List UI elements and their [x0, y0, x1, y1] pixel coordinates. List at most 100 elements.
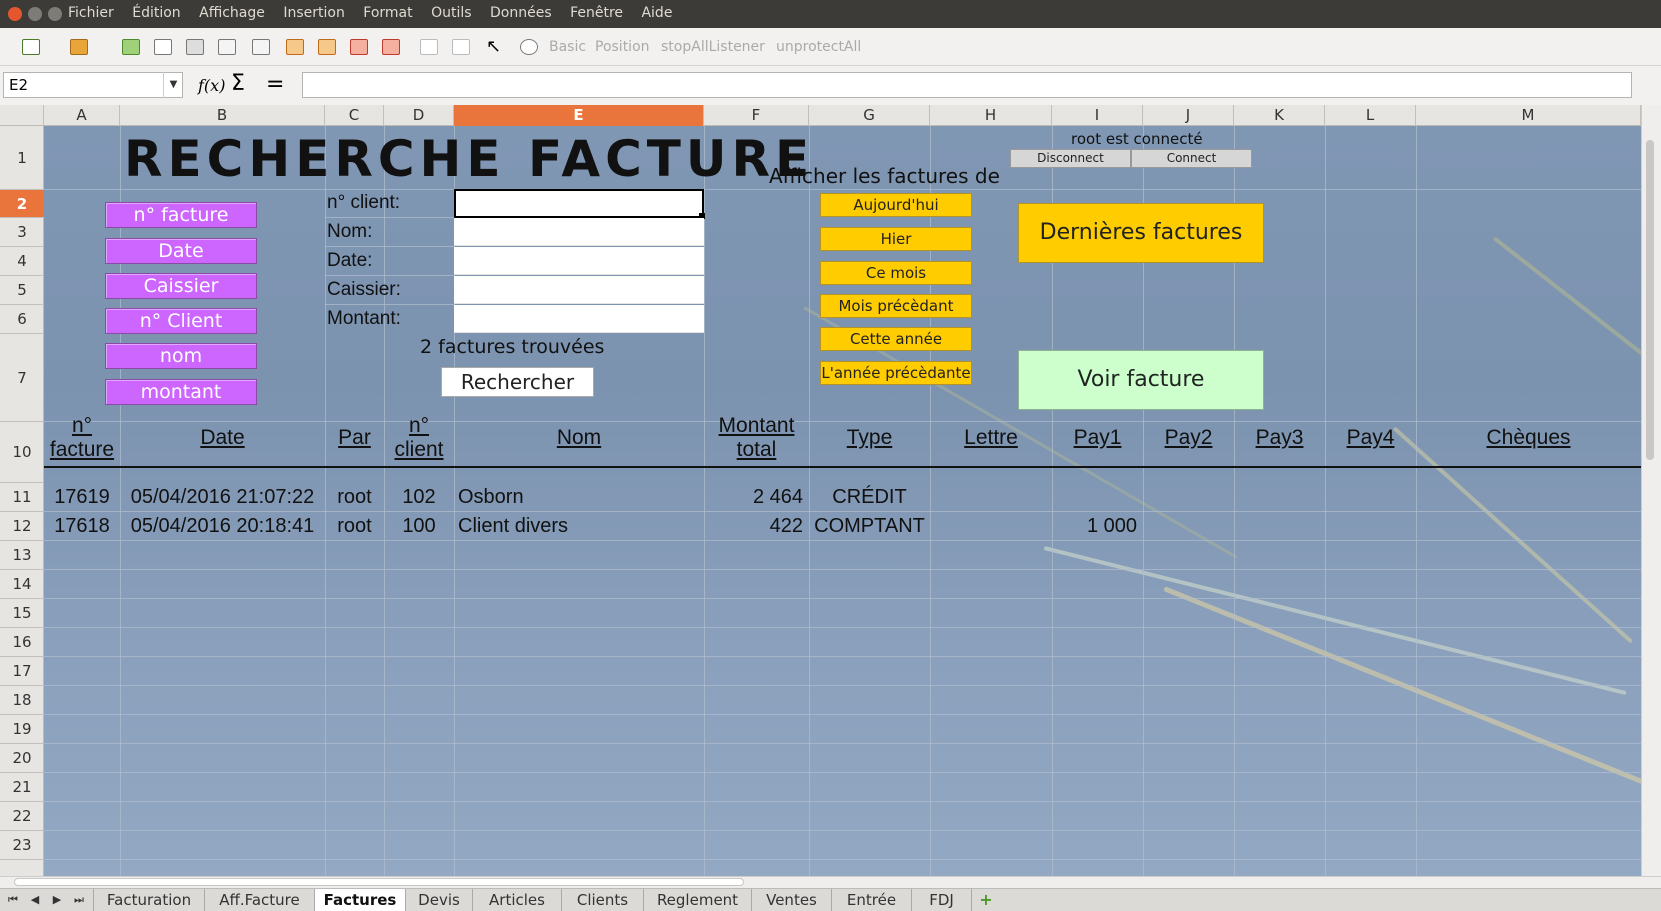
column-header-g[interactable]: G	[809, 105, 930, 126]
search-button[interactable]: Rechercher	[441, 367, 594, 397]
row-header-2[interactable]: 2	[0, 190, 44, 218]
last-sheet-icon[interactable]: ⏭	[70, 891, 88, 909]
column-header-l[interactable]: L	[1325, 105, 1416, 126]
row-header-16[interactable]: 16	[0, 628, 44, 657]
tab-reglement[interactable]: Reglement	[644, 889, 752, 911]
tab-ventes[interactable]: Ventes	[752, 889, 832, 911]
cell-by[interactable]: root	[325, 486, 384, 509]
row-header-13[interactable]: 13	[0, 541, 44, 570]
tab-aff-facture[interactable]: Aff.Facture	[205, 889, 315, 911]
name-input[interactable]	[454, 218, 704, 246]
connect-button[interactable]: Connect	[1131, 149, 1252, 168]
row-header-21[interactable]: 21	[0, 773, 44, 802]
sort-by-cashier-button[interactable]: Caissier	[105, 273, 257, 299]
row-header-15[interactable]: 15	[0, 599, 44, 628]
tab-facturation[interactable]: Facturation	[93, 889, 205, 911]
table-row[interactable]: 17619 05/04/2016 21:07:22 root 102 Osbor…	[44, 486, 1641, 512]
cell-name[interactable]: Client divers	[458, 515, 704, 538]
new-document-icon[interactable]	[20, 37, 42, 57]
add-sheet-icon[interactable]: +	[976, 891, 996, 909]
print-icon[interactable]	[184, 37, 206, 57]
filter-previous-year-button[interactable]: L'année précèdante	[820, 361, 972, 385]
filter-yesterday-button[interactable]: Hier	[820, 227, 972, 251]
row-header-18[interactable]: 18	[0, 686, 44, 715]
tab-fdj[interactable]: FDJ	[912, 889, 972, 911]
row-header-10[interactable]: 10	[0, 422, 44, 483]
tab-entree[interactable]: Entrée	[832, 889, 912, 911]
previous-sheet-icon[interactable]: ◀	[26, 891, 44, 909]
menu-fichier[interactable]: Fichier	[68, 5, 114, 21]
menu-fenetre[interactable]: Fenêtre	[570, 5, 623, 21]
insert-row-icon[interactable]	[284, 37, 306, 57]
filter-this-year-button[interactable]: Cette année	[820, 327, 972, 351]
cell-pay1[interactable]: 1 000	[1052, 515, 1137, 538]
row-header-14[interactable]: 14	[0, 570, 44, 599]
row-header-19[interactable]: 19	[0, 715, 44, 744]
name-box-dropdown-icon[interactable]: ▼	[163, 72, 183, 98]
stop-all-listener-button[interactable]: stopAllListener	[661, 39, 765, 55]
row-header-7[interactable]: 7	[0, 334, 44, 422]
filter-this-month-button[interactable]: Ce mois	[820, 261, 972, 285]
cell-type[interactable]: CRÉDIT	[809, 486, 930, 509]
insert-column-icon[interactable]	[316, 37, 338, 57]
cell-client-number[interactable]: 102	[384, 486, 454, 509]
cell-total-amount[interactable]: 422	[704, 515, 803, 538]
column-header-h[interactable]: H	[930, 105, 1052, 126]
cashier-input[interactable]	[454, 276, 704, 304]
column-header-a[interactable]: A	[44, 105, 120, 126]
row-header-1[interactable]: 1	[0, 126, 44, 190]
row-header-12[interactable]: 12	[0, 512, 44, 541]
row-header-11[interactable]: 11	[0, 483, 44, 512]
select-all-corner[interactable]	[0, 105, 44, 126]
amount-input[interactable]	[454, 305, 704, 333]
row-header-17[interactable]: 17	[0, 657, 44, 686]
cell-by[interactable]: root	[325, 515, 384, 538]
zoom-icon[interactable]	[518, 37, 540, 57]
column-header-e[interactable]: E	[454, 105, 704, 126]
maximize-window-icon[interactable]	[48, 7, 62, 21]
menu-aide[interactable]: Aide	[641, 5, 672, 21]
formula-button[interactable]: =	[266, 72, 284, 97]
function-wizard-button[interactable]: f(x)	[198, 76, 225, 95]
menu-donnees[interactable]: Données	[490, 5, 552, 21]
cell-client-number[interactable]: 100	[384, 515, 454, 538]
filter-today-button[interactable]: Aujourd'hui	[820, 193, 972, 217]
pointer-icon[interactable]: ↖	[486, 37, 508, 57]
row-header-20[interactable]: 20	[0, 744, 44, 773]
row-header-5[interactable]: 5	[0, 276, 44, 305]
cell-total-amount[interactable]: 2 464	[704, 486, 803, 509]
name-box[interactable]: E2	[3, 72, 183, 98]
export-pdf-icon[interactable]	[152, 37, 174, 57]
cell-date[interactable]: 05/04/2016 20:18:41	[120, 515, 325, 538]
column-header-d[interactable]: D	[384, 105, 454, 126]
freeze-icon[interactable]	[450, 37, 472, 57]
delete-row-icon[interactable]	[348, 37, 370, 57]
cut-icon[interactable]	[250, 37, 272, 57]
delete-column-icon[interactable]	[380, 37, 402, 57]
row-header-4[interactable]: 4	[0, 247, 44, 276]
disconnect-button[interactable]: Disconnect	[1010, 149, 1131, 168]
row-header-3[interactable]: 3	[0, 218, 44, 247]
vertical-scroll-thumb[interactable]	[1646, 140, 1654, 460]
column-header-k[interactable]: K	[1234, 105, 1325, 126]
client-number-input[interactable]	[454, 189, 704, 218]
tab-articles[interactable]: Articles	[473, 889, 562, 911]
tab-devis[interactable]: Devis	[406, 889, 473, 911]
cell-invoice-number[interactable]: 17619	[44, 486, 120, 509]
column-header-c[interactable]: C	[325, 105, 384, 126]
close-window-icon[interactable]	[8, 7, 22, 21]
view-invoice-button[interactable]: Voir facture	[1018, 350, 1264, 410]
open-folder-icon[interactable]	[68, 37, 90, 57]
row-header-6[interactable]: 6	[0, 305, 44, 334]
tab-factures[interactable]: Factures	[315, 889, 406, 911]
table-row[interactable]: 17618 05/04/2016 20:18:41 root 100 Clien…	[44, 515, 1641, 541]
position-button[interactable]: Position	[595, 39, 650, 55]
minimize-window-icon[interactable]	[28, 7, 42, 21]
sort-by-invoice-number-button[interactable]: n° facture	[105, 202, 257, 228]
sort-by-name-button[interactable]: nom	[105, 343, 257, 369]
sort-by-client-number-button[interactable]: n° Client	[105, 308, 257, 334]
cell-type[interactable]: COMPTANT	[809, 515, 930, 538]
last-invoices-button[interactable]: Dernières factures	[1018, 203, 1264, 263]
menu-edition[interactable]: Édition	[132, 5, 180, 21]
formula-input[interactable]	[302, 72, 1632, 98]
